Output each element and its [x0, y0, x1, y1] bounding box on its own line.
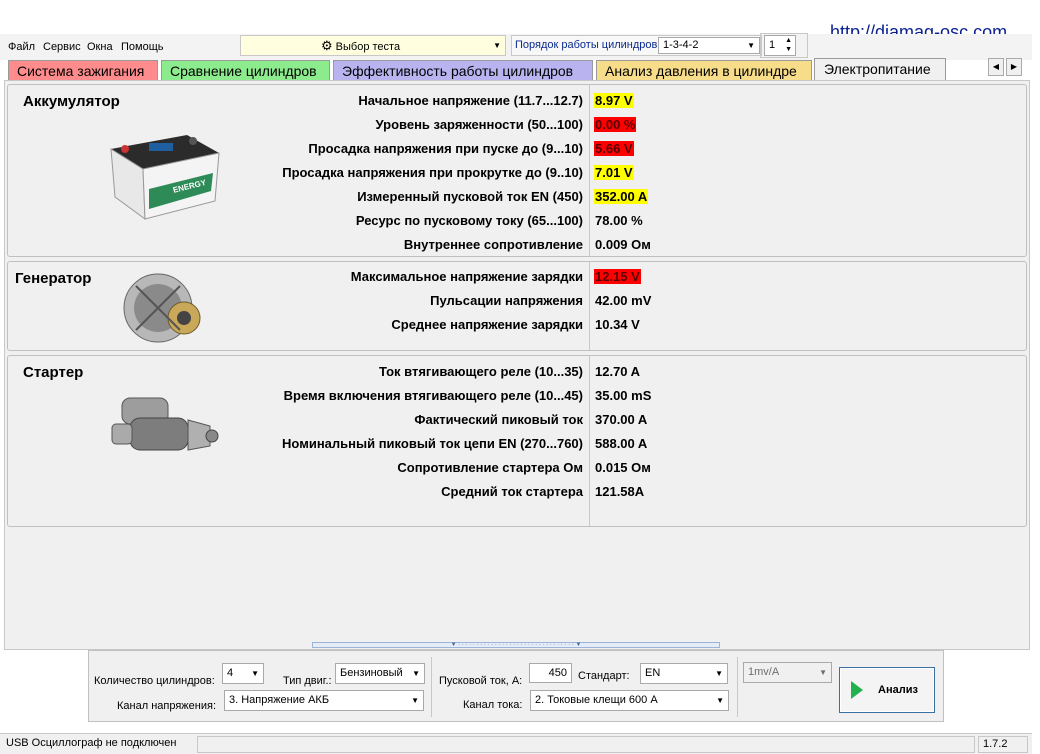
generator-row-value: 10.34 V [595, 317, 640, 332]
current-channel-value: 2. Токовые клещи 600 А [535, 694, 658, 706]
battery-section: Аккумулятор ENERGY Начальное напряжение … [7, 84, 1027, 257]
tab-scroll-left-icon[interactable]: ◀ [988, 58, 1004, 76]
starter-row-label: Средний ток стартера [441, 484, 583, 499]
battery-row-value: 8.97 V [594, 93, 634, 108]
starter-row-value: 0.015 Ом [595, 460, 651, 475]
menu-windows[interactable]: Окна [87, 41, 113, 53]
play-icon [851, 681, 863, 699]
connection-status: USB Осциллограф не подключен [6, 737, 177, 749]
menu-service[interactable]: Сервис [43, 41, 81, 53]
starter-row-label: Время включения втягивающего реле (10...… [283, 388, 583, 403]
spin-arrows-icon[interactable]: ▲ ▼ [785, 36, 792, 54]
standard-select[interactable]: EN ▼ [640, 663, 728, 684]
chevron-down-icon: ▼ [819, 668, 827, 677]
starter-row-value: 370.00 A [595, 412, 648, 427]
battery-row-value: 7.01 V [594, 165, 634, 180]
engine-type-value: Бензиновый [340, 667, 403, 679]
generator-row-label: Среднее напряжение зарядки [391, 317, 583, 332]
menu-file[interactable]: Файл [8, 41, 35, 53]
tab-cylinder-compare[interactable]: Сравнение цилиндров [161, 60, 330, 82]
battery-row-value: 352.00 A [594, 189, 649, 204]
start-current-input[interactable]: 450 [529, 663, 572, 683]
voltage-channel-label: Канал напряжения: [117, 700, 216, 712]
sensitivity-select: 1mv/A ▼ [743, 662, 832, 683]
test-select-dropdown[interactable]: ⚙ Выбор теста ▼ [240, 35, 506, 56]
menu-help[interactable]: Помощь [121, 41, 164, 53]
status-empty-cell [197, 736, 975, 753]
panel-splitter[interactable]: ▼ · · · · · · · · · · · · · · · · · · · … [312, 642, 720, 648]
generator-row-value: 42.00 mV [595, 293, 652, 308]
battery-row-label: Просадка напряжения при прокрутке до (9.… [282, 165, 583, 180]
tab-scroll-right-icon[interactable]: ▶ [1006, 58, 1022, 76]
battery-row-value: 5.66 V [594, 141, 634, 156]
generator-section: Генератор Максимальное напряжение зарядк… [7, 261, 1027, 351]
chevron-down-icon: ▼ [411, 696, 419, 705]
test-select-value: Выбор теста [335, 41, 401, 53]
starter-row-value: 35.00 mS [595, 388, 652, 403]
cylinder-order-label: Порядок работы цилиндров [515, 39, 658, 51]
chevron-down-icon: ▼ [412, 669, 420, 678]
analysis-settings-panel: Количество цилиндров: 4 ▼ Тип двиг.: Бенз… [88, 650, 944, 722]
generator-title: Генератор [15, 270, 92, 287]
gear-doc-icon: ⚙ [321, 38, 333, 53]
chevron-down-icon: ▼ [715, 669, 723, 678]
battery-row-label: Начальное напряжение (11.7...12.7) [358, 93, 583, 108]
generator-row-value: 12.15 V [594, 269, 641, 284]
current-channel-select[interactable]: 2. Токовые клещи 600 А ▼ [530, 690, 729, 711]
standard-label: Стандарт: [578, 670, 630, 682]
generator-row-label: Максимальное напряжение зарядки [350, 269, 583, 284]
battery-title: Аккумулятор [23, 93, 120, 110]
starter-row-value: 12.70 A [595, 364, 641, 379]
standard-value: EN [645, 667, 661, 679]
voltage-channel-value: 3. Напряжение АКБ [229, 694, 330, 706]
tab-cylinder-efficiency[interactable]: Эффективность работы цилиндров [333, 60, 593, 82]
cylinders-select[interactable]: 4 ▼ [222, 663, 264, 684]
version-label: 1.7.2 [978, 736, 1028, 753]
generator-row-label: Пульсации напряжения [430, 293, 583, 308]
chevron-down-icon: ▼ [493, 41, 501, 50]
battery-row-label: Внутреннее сопротивление [403, 237, 583, 252]
battery-row-label: Ресурс по пусковому току (65...100) [355, 213, 583, 228]
cylinder-order-select[interactable]: 1-3-4-2 ▼ [658, 37, 760, 54]
tab-cylinder-pressure[interactable]: Анализ давления в цилиндре [596, 60, 812, 82]
starter-row-label: Фактический пиковый ток [414, 412, 583, 427]
starter-section: Стартер Ток втягивающего реле (10...35) 1… [7, 355, 1027, 527]
starter-row-label: Сопротивление стартера Ом [397, 460, 583, 475]
cylinder-order-value: 1-3-4-2 [663, 39, 699, 51]
voltage-channel-select[interactable]: 3. Напряжение АКБ ▼ [224, 690, 424, 711]
engine-type-label: Тип двиг.: [283, 675, 332, 687]
current-channel-label: Канал тока: [463, 699, 523, 711]
start-current-label: Пусковой ток, А: [439, 675, 523, 687]
starter-row-value: 121.58A [595, 484, 645, 499]
battery-row-label: Уровень заряженности (50...100) [375, 117, 583, 132]
tab-ignition[interactable]: Система зажигания [8, 60, 158, 82]
chevron-down-icon: ▼ [251, 669, 259, 678]
engine-type-select[interactable]: Бензиновый ▼ [335, 663, 425, 684]
tab-bar: Система зажигания Сравнение цилиндров Эф… [0, 58, 1032, 82]
battery-row-value: 0.009 Ом [595, 237, 651, 252]
starter-row-label: Номинальный пиковый ток цепи EN (270...7… [282, 436, 583, 451]
analyze-button[interactable]: Анализ [839, 667, 935, 713]
chevron-down-icon: ▼ [747, 41, 755, 50]
tab-power-supply[interactable]: Электропитание [814, 58, 946, 82]
battery-row-value: 0.00 % [594, 117, 637, 132]
generator-image [123, 273, 201, 343]
starter-row-value: 588.00 A [595, 436, 648, 451]
power-supply-panel: Аккумулятор ENERGY Начальное напряжение … [4, 80, 1030, 650]
status-bar: USB Осциллограф не подключен 1.7.2 [0, 733, 1032, 754]
spin-value: 1 [769, 39, 776, 51]
sensitivity-value: 1mv/A [748, 666, 780, 678]
cylinder-spin-input[interactable]: 1 ▲ ▼ [764, 35, 796, 56]
chevron-down-icon: ▼ [716, 696, 724, 705]
starter-row-label: Ток втягивающего реле (10...35) [378, 364, 583, 379]
starter-title: Стартер [23, 364, 84, 381]
cylinders-label: Количество цилиндров: [94, 675, 215, 687]
battery-image: ENERGY [110, 135, 220, 221]
cylinders-value: 4 [227, 667, 234, 679]
starter-image [111, 397, 219, 451]
analyze-button-label: Анализ [878, 684, 918, 696]
battery-row-value: 78.00 % [595, 213, 643, 228]
battery-row-label: Просадка напряжения при пуске до (9...10… [308, 141, 583, 156]
battery-row-label: Измеренный пусковой ток EN (450) [357, 189, 583, 204]
